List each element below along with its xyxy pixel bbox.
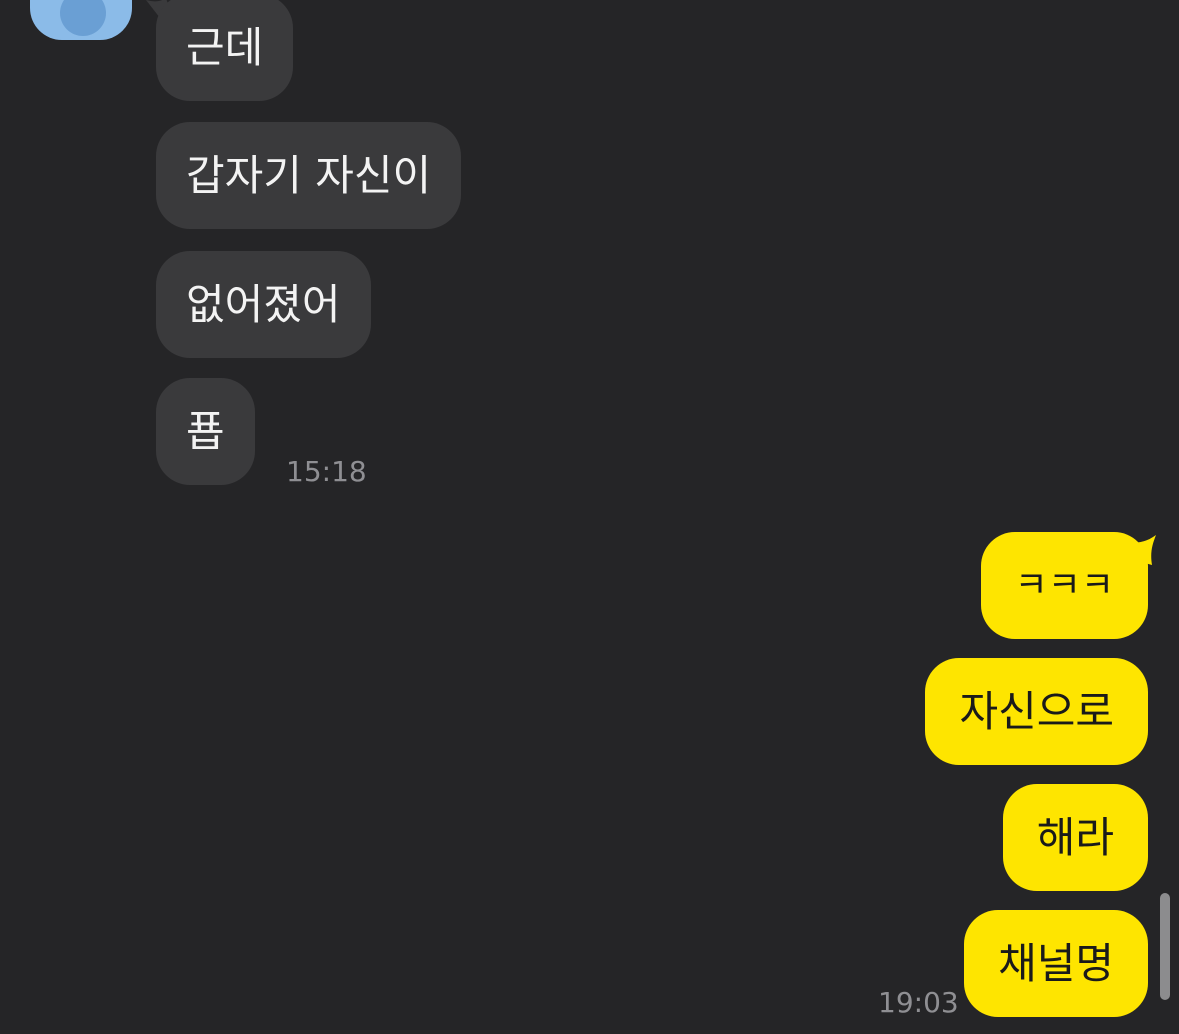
message-text: 채널명 xyxy=(998,939,1114,988)
message-text: 근데 xyxy=(186,23,264,72)
outgoing-message[interactable]: ㅋㅋㅋ xyxy=(980,532,1148,639)
message-text: ㅋㅋㅋ xyxy=(1014,565,1114,606)
outgoing-message[interactable]: 채널명 xyxy=(964,910,1148,1017)
message-text: 없어졌어 xyxy=(186,280,341,329)
outgoing-message[interactable]: 자신으로 xyxy=(925,658,1148,765)
incoming-message[interactable]: 푭 xyxy=(156,378,255,485)
outgoing-timestamp: 19:03 xyxy=(878,986,959,1019)
message-text: 해라 xyxy=(1036,813,1114,862)
message-text: 자신으로 xyxy=(959,687,1114,736)
incoming-message[interactable]: 갑자기 자신이 xyxy=(156,122,462,229)
sender-avatar[interactable] xyxy=(30,0,132,40)
incoming-message[interactable]: 없어졌어 xyxy=(156,251,371,358)
outgoing-message[interactable]: 해라 xyxy=(1002,784,1148,891)
scrollbar[interactable] xyxy=(1160,893,1170,1000)
message-text: 푭 xyxy=(186,407,225,456)
message-text: 갑자기 자신이 xyxy=(186,151,432,200)
profile-silhouette-icon xyxy=(60,0,106,36)
incoming-message[interactable]: 근데 xyxy=(156,0,294,101)
incoming-timestamp: 15:18 xyxy=(286,455,367,488)
